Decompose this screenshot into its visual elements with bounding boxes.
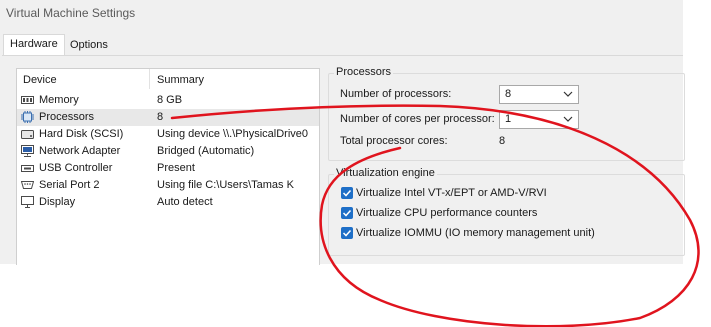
cpu-counters-checkbox-label[interactable]: Virtualize CPU performance counters	[356, 207, 537, 219]
usb-controller-icon	[21, 165, 34, 172]
column-separator[interactable]	[149, 69, 150, 89]
device-name: USB Controller	[39, 162, 113, 174]
vtx-checkbox-label[interactable]: Virtualize Intel VT-x/EPT or AMD-V/RVI	[356, 187, 547, 199]
processor-icon	[21, 111, 34, 123]
device-name: Network Adapter	[39, 145, 121, 157]
device-summary: Bridged (Automatic)	[157, 145, 255, 157]
num-processors-value: 8	[505, 88, 512, 100]
window-title: Virtual Machine Settings	[6, 6, 136, 20]
device-summary: Present	[157, 162, 195, 174]
device-summary: Auto detect	[157, 196, 213, 208]
iommu-checkbox-label[interactable]: Virtualize IOMMU (IO memory management u…	[356, 227, 595, 239]
network-adapter-icon	[21, 145, 34, 157]
device-name: Memory	[39, 94, 79, 106]
device-row-processors[interactable]: Processors 8	[17, 109, 319, 126]
total-cores-value: 8	[499, 135, 506, 147]
processors-group-label: Processors	[334, 66, 394, 78]
device-summary: 8	[157, 111, 164, 123]
cores-per-processor-select[interactable]: 1	[499, 110, 579, 129]
device-row-hard-disk[interactable]: Hard Disk (SCSI) Using device \\.\Physic…	[17, 126, 319, 143]
checkmark-icon	[342, 209, 352, 217]
checkmark-icon	[342, 189, 352, 197]
column-header-device[interactable]: Device	[23, 74, 57, 86]
num-processors-select[interactable]: 8	[499, 85, 579, 104]
device-name: Serial Port 2	[39, 179, 100, 191]
chevron-down-icon	[563, 116, 573, 122]
tab-hardware[interactable]: Hardware	[3, 34, 65, 56]
device-summary: 8 GB	[157, 94, 183, 106]
cpu-counters-checkbox[interactable]	[341, 207, 353, 219]
device-row-serial-port[interactable]: Serial Port 2 Using file C:\Users\Tamas …	[17, 177, 319, 194]
device-row-memory[interactable]: Memory 8 GB	[17, 92, 319, 109]
device-summary: Using file C:\Users\Tamas K	[157, 179, 294, 191]
cores-per-processor-value: 1	[505, 113, 512, 125]
device-summary: Using device \\.\PhysicalDrive0	[157, 128, 309, 140]
virtualization-engine-label: Virtualization engine	[334, 167, 437, 179]
device-row-network-adapter[interactable]: Network Adapter Bridged (Automatic)	[17, 143, 319, 160]
device-name: Hard Disk (SCSI)	[39, 128, 124, 140]
device-row-usb-controller[interactable]: USB Controller Present	[17, 160, 319, 177]
num-processors-label: Number of processors:	[340, 88, 452, 100]
vtx-checkbox[interactable]	[341, 187, 353, 199]
serial-port-icon	[21, 181, 34, 189]
device-name: Processors	[39, 111, 95, 123]
hard-disk-icon	[21, 130, 34, 139]
iommu-checkbox[interactable]	[341, 227, 353, 239]
checkmark-icon	[342, 229, 352, 237]
chevron-down-icon	[563, 91, 573, 97]
display-icon	[21, 196, 34, 208]
device-name: Display	[39, 196, 76, 208]
device-row-display[interactable]: Display Auto detect	[17, 194, 319, 211]
total-cores-label: Total processor cores:	[340, 135, 448, 147]
cores-per-processor-label: Number of cores per processor:	[340, 113, 495, 125]
column-header-summary[interactable]: Summary	[157, 74, 204, 86]
memory-icon	[21, 96, 34, 104]
tab-options[interactable]: Options	[64, 36, 114, 56]
device-list[interactable]: Device Summary Memory 8 GB Processors 8 …	[16, 68, 320, 265]
